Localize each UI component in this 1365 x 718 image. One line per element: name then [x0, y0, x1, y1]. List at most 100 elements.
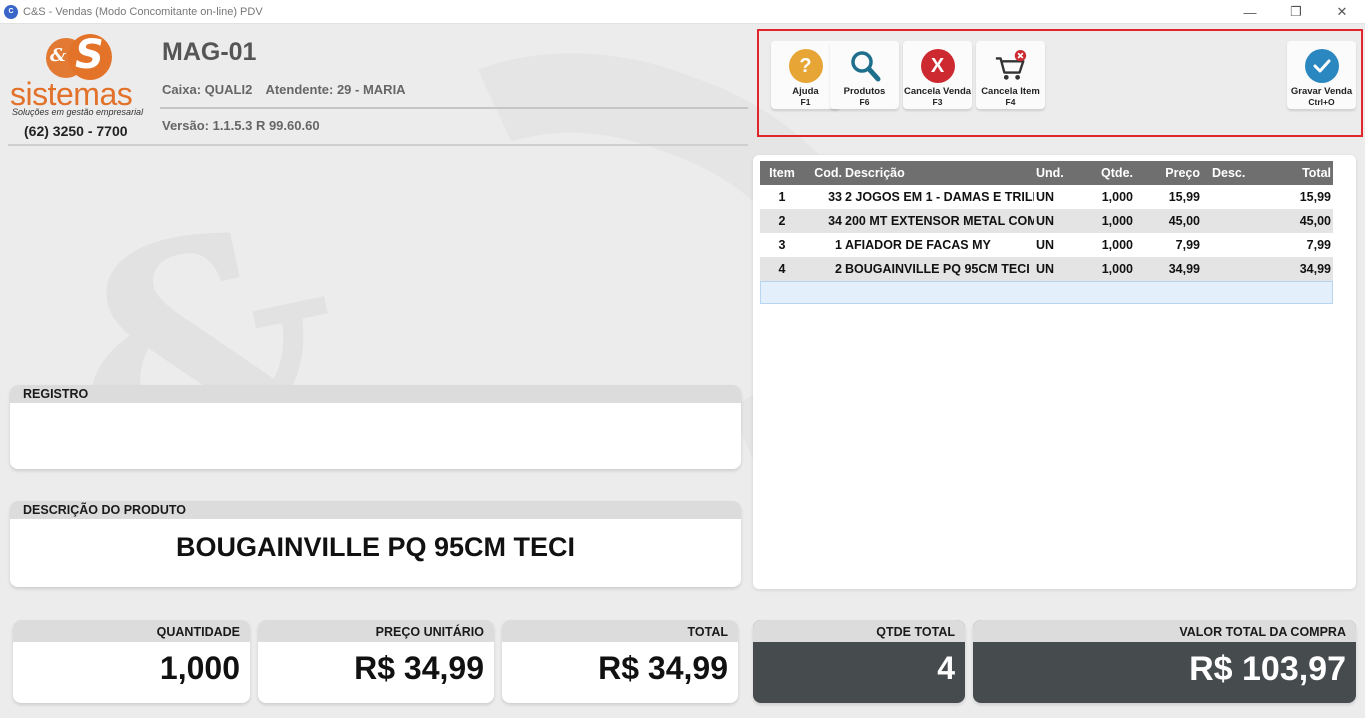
cancela-item-label: Cancela Item	[981, 86, 1040, 97]
ajuda-shortcut: F1	[800, 97, 811, 107]
descricao-produto-value: BOUGAINVILLE PQ 95CM TECI	[175, 532, 576, 562]
caixa-info: Caixa: QUALI2 Atendente: 29 - MARIA	[162, 82, 416, 97]
table-row[interactable]: 2 34 200 MT EXTENSOR METAL COM UN 1,000 …	[760, 209, 1333, 233]
valor-total-value: R$ 103,97	[1189, 650, 1346, 688]
preco-unitario-value: R$ 34,99	[354, 650, 484, 686]
logo-tagline: Soluções em gestão empresarial	[12, 107, 144, 117]
cell-preco: 34,99	[1168, 262, 1200, 276]
cell-preco: 45,00	[1168, 214, 1200, 228]
cell-und: UN	[1036, 262, 1055, 276]
logo-letter: S	[75, 32, 104, 78]
action-toolbar: ? Ajuda F1 Produtos F6 X Cancela Venda F…	[757, 29, 1363, 137]
app-icon: C	[4, 4, 18, 19]
items-grid: Item Cod. Descrição Und. Qtde. Preço Des…	[753, 155, 1356, 589]
checkmark-icon	[1304, 49, 1339, 83]
cancel-icon: X	[920, 49, 955, 83]
cancela-item-shortcut: F4	[1005, 97, 1016, 107]
cell-item: 1	[778, 190, 786, 204]
window-title: C&S - Vendas (Modo Concomitante on-line)…	[23, 5, 263, 18]
version-label: Versão: 1.1.5.3 R 99.60.60	[162, 118, 320, 133]
help-icon: ?	[788, 49, 823, 83]
header-item[interactable]: Item	[760, 166, 804, 180]
quantidade-panel: QUANTIDADE 1,000	[13, 620, 250, 703]
header-divider	[160, 107, 748, 109]
header-und[interactable]: Und.	[1036, 166, 1066, 180]
produtos-button[interactable]: Produtos F6	[830, 41, 899, 109]
qtde-total-panel: QTDE TOTAL 4	[753, 620, 965, 703]
cancela-item-button[interactable]: Cancela Item F4	[976, 41, 1045, 109]
search-icon	[848, 49, 882, 83]
produtos-shortcut: F6	[859, 97, 870, 107]
cell-preco: 7,99	[1175, 238, 1200, 252]
cell-item: 4	[778, 262, 786, 276]
close-button[interactable]: ✕	[1319, 0, 1365, 24]
cell-cod: 33	[828, 190, 842, 204]
title-bar: C C&S - Vendas (Modo Concomitante on-lin…	[0, 0, 1365, 24]
company-phone: (62) 3250 - 7700	[24, 123, 128, 139]
valor-total-label: VALOR TOTAL DA COMPRA	[973, 620, 1356, 642]
cell-und: UN	[1036, 214, 1055, 228]
logo-ampersand: &	[50, 45, 67, 66]
total-label: TOTAL	[502, 620, 738, 642]
header-desc[interactable]: Desc.	[1212, 166, 1257, 180]
cell-descricao: 2 JOGOS EM 1 - DAMAS E TRILH	[845, 190, 1034, 204]
cell-qtde: 1,000	[1101, 190, 1133, 204]
preco-unitario-label: PREÇO UNITÁRIO	[258, 620, 494, 642]
restore-button[interactable]: ❐	[1273, 0, 1319, 24]
cell-descricao: BOUGAINVILLE PQ 95CM TECI	[845, 262, 1030, 276]
gravar-venda-button[interactable]: Gravar Venda Ctrl+O	[1287, 41, 1356, 109]
new-row-placeholder[interactable]	[760, 281, 1333, 304]
header-total[interactable]: Total	[1265, 166, 1331, 180]
cancela-venda-shortcut: F3	[932, 97, 943, 107]
produtos-label: Produtos	[843, 86, 886, 97]
registro-input[interactable]	[10, 403, 741, 463]
cell-descricao: AFIADOR DE FACAS MY	[845, 238, 991, 252]
cell-und: UN	[1036, 190, 1055, 204]
cell-total: 45,00	[1299, 214, 1331, 228]
watermark-ampersand: &	[36, 149, 375, 552]
cell-item: 2	[778, 214, 786, 228]
qtde-total-label: QTDE TOTAL	[753, 620, 965, 642]
table-row[interactable]: 4 2 BOUGAINVILLE PQ 95CM TECI UN 1,000 3…	[760, 257, 1333, 281]
cell-total: 15,99	[1299, 190, 1331, 204]
gravar-venda-label: Gravar Venda	[1290, 86, 1353, 97]
section-divider	[8, 144, 748, 146]
pdv-code: MAG-01	[162, 38, 257, 66]
cell-qtde: 1,000	[1101, 238, 1133, 252]
quantidade-label: QUANTIDADE	[13, 620, 250, 642]
quantidade-value: 1,000	[159, 650, 240, 686]
cell-cod: 2	[835, 262, 842, 276]
minimize-button[interactable]: —	[1227, 0, 1273, 24]
caixa-label: Caixa: QUALI2	[162, 82, 253, 97]
cell-total: 7,99	[1306, 238, 1331, 252]
cell-cod: 1	[835, 238, 842, 252]
cart-remove-icon	[994, 49, 1028, 83]
window-controls: — ❐ ✕	[1227, 0, 1365, 24]
valor-total-panel: VALOR TOTAL DA COMPRA R$ 103,97	[973, 620, 1356, 703]
registro-label: REGISTRO	[10, 385, 741, 403]
cell-total: 34,99	[1299, 262, 1331, 276]
grid-header: Item Cod. Descrição Und. Qtde. Preço Des…	[760, 161, 1333, 185]
descricao-produto-panel: DESCRIÇÃO DO PRODUTO BOUGAINVILLE PQ 95C…	[10, 501, 741, 587]
gravar-venda-shortcut: Ctrl+O	[1308, 97, 1335, 107]
header-qtde[interactable]: Qtde.	[1078, 166, 1133, 180]
cell-cod: 34	[828, 214, 842, 228]
header-cod[interactable]: Cod.	[804, 166, 842, 180]
atendente-label: Atendente: 29 - MARIA	[265, 82, 406, 97]
cell-qtde: 1,000	[1101, 262, 1133, 276]
table-row[interactable]: 1 33 2 JOGOS EM 1 - DAMAS E TRILH UN 1,0…	[760, 185, 1333, 209]
cell-und: UN	[1036, 238, 1055, 252]
cell-preco: 15,99	[1168, 190, 1200, 204]
registro-panel: REGISTRO	[10, 385, 741, 469]
header-descricao[interactable]: Descrição	[842, 166, 1034, 180]
company-logo: & S sistemas Soluções em gestão empresar…	[10, 30, 155, 142]
cell-qtde: 1,000	[1101, 214, 1133, 228]
cell-item: 3	[778, 238, 786, 252]
descricao-produto-label: DESCRIÇÃO DO PRODUTO	[10, 501, 741, 519]
cell-descricao: 200 MT EXTENSOR METAL COM	[845, 214, 1034, 228]
table-row[interactable]: 3 1 AFIADOR DE FACAS MY UN 1,000 7,99 7,…	[760, 233, 1333, 257]
header-preco[interactable]: Preço	[1148, 166, 1200, 180]
preco-unitario-panel: PREÇO UNITÁRIO R$ 34,99	[258, 620, 494, 703]
cancela-venda-button[interactable]: X Cancela Venda F3	[903, 41, 972, 109]
ajuda-label: Ajuda	[792, 86, 819, 97]
